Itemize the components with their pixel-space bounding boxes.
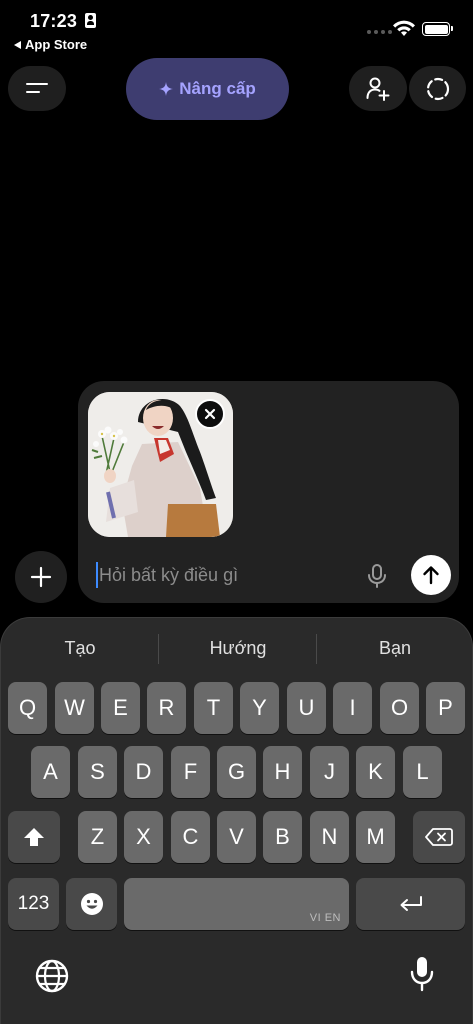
space-key[interactable]: VI EN [124, 878, 349, 930]
key-z[interactable]: Z [78, 811, 117, 863]
message-input[interactable] [99, 560, 351, 590]
upgrade-button[interactable]: Nâng cấp [126, 58, 289, 120]
remove-attachment-button[interactable] [195, 399, 225, 429]
send-button[interactable] [411, 555, 451, 595]
id-badge-icon [85, 13, 96, 28]
numbers-key[interactable]: 123 [8, 878, 59, 930]
key-n[interactable]: N [310, 811, 349, 863]
temporary-chat-icon [426, 77, 449, 100]
key-u[interactable]: U [287, 682, 326, 734]
battery-icon [422, 22, 453, 36]
upgrade-label: Nâng cấp [179, 79, 256, 98]
key-g[interactable]: G [217, 746, 256, 798]
plus-icon [30, 566, 52, 588]
key-c[interactable]: C [171, 811, 210, 863]
delete-key[interactable] [413, 811, 465, 863]
suggestion-2[interactable]: Hướng [173, 638, 303, 659]
key-b[interactable]: B [263, 811, 302, 863]
suggestion-divider [158, 634, 159, 664]
key-m[interactable]: M [356, 811, 395, 863]
key-t[interactable]: T [194, 682, 233, 734]
wifi-icon [393, 20, 415, 36]
space-language-label: VI EN [309, 912, 341, 924]
arrow-up-icon [423, 566, 439, 585]
back-to-app-link[interactable]: App Store [14, 37, 87, 52]
message-input-wrapper [96, 560, 351, 590]
backspace-icon [425, 828, 453, 846]
return-key[interactable] [356, 878, 465, 930]
sparkle-icon [159, 82, 174, 96]
key-a[interactable]: A [31, 746, 70, 798]
microphone-icon[interactable] [366, 563, 388, 589]
key-l[interactable]: L [403, 746, 442, 798]
key-v[interactable]: V [217, 811, 256, 863]
key-d[interactable]: D [124, 746, 163, 798]
key-h[interactable]: H [263, 746, 302, 798]
dictation-mic-icon[interactable] [409, 955, 435, 993]
key-p[interactable]: P [426, 682, 465, 734]
globe-icon[interactable] [34, 958, 70, 994]
key-q[interactable]: Q [8, 682, 47, 734]
shift-key[interactable] [8, 811, 60, 863]
status-bar: 17:23 App Store [0, 0, 473, 58]
return-icon [400, 896, 422, 911]
key-w[interactable]: W [55, 682, 94, 734]
sidebar-menu-button[interactable] [8, 66, 66, 111]
key-x[interactable]: X [124, 811, 163, 863]
suggestion-1[interactable]: Tạo [15, 638, 145, 659]
emoji-key[interactable] [66, 878, 117, 930]
temporary-chat-button[interactable] [409, 66, 466, 111]
add-attachment-button[interactable] [15, 551, 67, 603]
suggestion-divider [316, 634, 317, 664]
close-icon [204, 408, 216, 420]
key-r[interactable]: R [147, 682, 186, 734]
key-o[interactable]: O [380, 682, 419, 734]
back-arrow-icon [14, 40, 21, 49]
text-caret [96, 562, 98, 588]
status-time: 17:23 [30, 11, 78, 31]
key-s[interactable]: S [78, 746, 117, 798]
menu-icon [26, 82, 48, 96]
add-people-button[interactable] [349, 66, 407, 111]
key-i[interactable]: I [333, 682, 372, 734]
key-y[interactable]: Y [240, 682, 279, 734]
key-f[interactable]: F [171, 746, 210, 798]
key-e[interactable]: E [101, 682, 140, 734]
key-j[interactable]: J [310, 746, 349, 798]
cellular-signal-icon [367, 30, 392, 34]
suggestion-3[interactable]: Bạn [330, 638, 460, 659]
back-app-label: App Store [25, 37, 88, 52]
emoji-icon [80, 893, 103, 915]
suggestion-bar: Tạo Hướng Bạn [1, 618, 472, 680]
shift-icon [24, 828, 44, 846]
key-k[interactable]: K [356, 746, 395, 798]
add-user-icon [366, 77, 390, 101]
